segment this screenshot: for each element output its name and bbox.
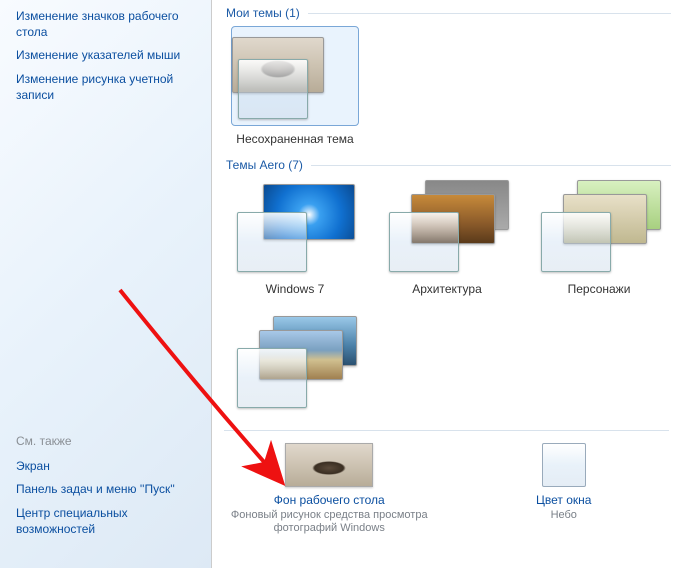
sidebar-bottom: См. также Экран Панель задач и меню ''Пу… bbox=[16, 434, 195, 560]
divider bbox=[308, 13, 671, 14]
window-color-desc: Небо bbox=[551, 509, 577, 522]
theme-unsaved-glass bbox=[238, 59, 308, 119]
divider bbox=[311, 165, 671, 166]
themes-my: Несохраненная тема bbox=[212, 22, 681, 152]
theme-landscapes[interactable] bbox=[230, 314, 360, 418]
theme-windows7[interactable]: Windows 7 bbox=[230, 178, 360, 296]
desktop-background-desc: Фоновый рисунок средства просмотра фотог… bbox=[229, 509, 429, 535]
sidebar: Изменение значков рабочего стола Изменен… bbox=[0, 0, 212, 568]
theme-characters[interactable]: Персонажи bbox=[534, 178, 664, 296]
themes-aero: Windows 7 Архитектура Персонажи bbox=[212, 174, 681, 424]
divider bbox=[224, 430, 669, 431]
section-aero-label: Темы Aero (7) bbox=[226, 158, 303, 172]
sidebar-link-pointers[interactable]: Изменение указателей мыши bbox=[16, 47, 195, 63]
sidebar-link-display[interactable]: Экран bbox=[16, 458, 195, 474]
window-color-item: Цвет окна Небо bbox=[464, 443, 664, 535]
section-aero: Темы Aero (7) bbox=[212, 152, 681, 174]
section-my-themes-label: Мои темы (1) bbox=[226, 6, 300, 20]
theme-arch-glass bbox=[389, 212, 459, 272]
sidebar-link-ease-access[interactable]: Центр специальных возможностей bbox=[16, 505, 195, 537]
theme-architecture-label: Архитектура bbox=[412, 282, 482, 296]
section-my-themes: Мои темы (1) bbox=[212, 0, 681, 22]
sidebar-top: Изменение значков рабочего стола Изменен… bbox=[16, 8, 195, 110]
theme-char-glass bbox=[541, 212, 611, 272]
theme-land-glass bbox=[237, 348, 307, 408]
desktop-background-item: Фон рабочего стола Фоновый рисунок средс… bbox=[229, 443, 429, 535]
see-also-label: См. также bbox=[16, 434, 195, 448]
sidebar-link-desktop-icons[interactable]: Изменение значков рабочего стола bbox=[16, 8, 195, 40]
theme-windows7-glass bbox=[237, 212, 307, 272]
desktop-background-preview[interactable] bbox=[285, 443, 373, 487]
sidebar-link-taskbar[interactable]: Панель задач и меню ''Пуск'' bbox=[16, 481, 195, 497]
theme-unsaved[interactable]: Несохраненная тема bbox=[230, 26, 360, 146]
window-color-preview[interactable] bbox=[542, 443, 586, 487]
desktop-background-link[interactable]: Фон рабочего стола bbox=[274, 493, 385, 507]
bottom-row: Фон рабочего стола Фоновый рисунок средс… bbox=[212, 439, 681, 539]
window-color-link[interactable]: Цвет окна bbox=[536, 493, 591, 507]
main-panel: Мои темы (1) Несохраненная тема Темы Aer… bbox=[212, 0, 681, 568]
sidebar-link-account-pic[interactable]: Изменение рисунка учетной записи bbox=[16, 71, 195, 103]
theme-unsaved-label: Несохраненная тема bbox=[236, 132, 353, 146]
theme-architecture[interactable]: Архитектура bbox=[382, 178, 512, 296]
theme-characters-label: Персонажи bbox=[568, 282, 631, 296]
theme-windows7-label: Windows 7 bbox=[266, 282, 325, 296]
